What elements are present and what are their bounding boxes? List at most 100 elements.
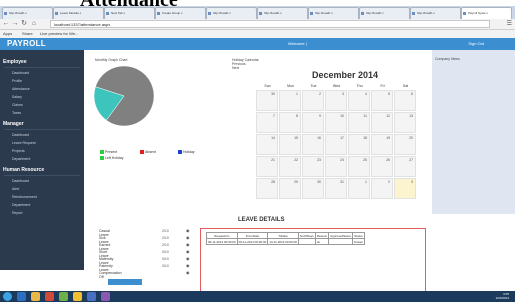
sidebar-section-employee: Employee: [3, 59, 27, 65]
sidebar-item-alert[interactable]: Alert: [12, 187, 19, 191]
reload-icon[interactable]: ↻: [20, 20, 28, 28]
sidebar-item-taxes[interactable]: Taxes: [12, 111, 21, 115]
url-field[interactable]: localhost:1337/attendance.aspx: [50, 20, 490, 28]
calendar-month: December 2014: [312, 70, 379, 80]
menu-icon[interactable]: ☰: [507, 20, 512, 28]
bookmark-share[interactable]: Share: [22, 30, 33, 38]
calendar-day[interactable]: 21: [256, 156, 278, 177]
view-icon[interactable]: ◉: [186, 256, 190, 261]
calendar-day[interactable]: 29: [279, 178, 301, 199]
sidebar-item-attendance[interactable]: Attendance: [12, 87, 30, 91]
sidebar-item-salary[interactable]: Salary: [12, 95, 22, 99]
bookmark-live-preview[interactable]: Live preview for We...: [40, 30, 78, 38]
browser-tab[interactable]: http://localh x: [410, 7, 461, 19]
vs-icon[interactable]: [101, 292, 110, 301]
calendar-day[interactable]: 2: [302, 90, 324, 111]
signout-link[interactable]: Sign Out: [468, 38, 484, 50]
browser-tab[interactable]: Payroll Syste x: [461, 7, 512, 19]
brand-logo[interactable]: PAYROLL: [7, 38, 46, 50]
tab-label: Leave Module x: [60, 11, 82, 15]
calendar-day[interactable]: 30: [256, 90, 278, 111]
sidebar-divider: [4, 175, 80, 176]
calendar-day[interactable]: 6: [394, 90, 416, 111]
calendar-day[interactable]: 1: [348, 178, 370, 199]
sidebar-item-profile[interactable]: Profile: [12, 79, 22, 83]
calendar-day[interactable]: 2: [371, 178, 393, 199]
pie-chart: [93, 65, 155, 127]
sidebar-item-dashboard[interactable]: Dashboard: [12, 71, 29, 75]
sidebar-item-hr-department[interactable]: Department: [12, 203, 30, 207]
clock-date: 12/3/2014: [495, 296, 509, 300]
calendar-day[interactable]: 9: [302, 112, 324, 133]
view-icon[interactable]: ◉: [186, 242, 190, 247]
browser-tab[interactable]: http://localh x: [359, 7, 410, 19]
view-icon[interactable]: ◉: [186, 235, 190, 240]
browser-tab[interactable]: http://localh x: [2, 7, 53, 19]
chrome-icon[interactable]: [73, 292, 82, 301]
sidebar-item-leave-request[interactable]: Leave Request: [12, 141, 36, 145]
calendar-day[interactable]: 1: [279, 90, 301, 111]
calendar-day[interactable]: 19: [371, 134, 393, 155]
browser-tab[interactable]: Leave Module x: [53, 7, 104, 19]
calendar-day[interactable]: 16: [302, 134, 324, 155]
calendar-day[interactable]: 28: [256, 178, 278, 199]
sidebar-item-claims[interactable]: Claims: [12, 103, 23, 107]
calendar-day[interactable]: 24: [325, 156, 347, 177]
start-button-icon[interactable]: [3, 292, 12, 301]
tab-favicon-icon: [208, 12, 211, 15]
sidebar-item-hr-dashboard[interactable]: Dashboard: [12, 179, 29, 183]
bookmark-apps[interactable]: Apps: [3, 30, 12, 38]
calendar-day[interactable]: 14: [256, 134, 278, 155]
taskbar: 3:05 12/3/2014: [0, 291, 515, 302]
view-icon[interactable]: ◉: [186, 249, 190, 254]
calendar-next-link[interactable]: Next: [232, 66, 259, 70]
calendar-day[interactable]: 27: [394, 156, 416, 177]
word-icon[interactable]: [87, 292, 96, 301]
tab-favicon-icon: [157, 12, 160, 15]
home-icon[interactable]: ⌂: [30, 20, 38, 28]
legend-swatch-present: [100, 150, 104, 154]
view-icon[interactable]: ◉: [186, 228, 190, 233]
calendar-day[interactable]: 25: [348, 156, 370, 177]
calendar-day[interactable]: 3: [394, 178, 416, 199]
calendar-day[interactable]: 12: [371, 112, 393, 133]
ie-icon[interactable]: [17, 292, 26, 301]
calendar-day[interactable]: 13: [394, 112, 416, 133]
view-icon[interactable]: ◉: [186, 263, 190, 268]
tab-favicon-icon: [106, 12, 109, 15]
calendar-day[interactable]: 8: [279, 112, 301, 133]
sidebar-item-projects[interactable]: Projects: [12, 149, 25, 153]
calendar-day[interactable]: 3: [325, 90, 347, 111]
pie-legend: Present Absent Holiday Left Holiday: [100, 150, 220, 162]
calendar-day[interactable]: 10: [325, 112, 347, 133]
calendar-day[interactable]: 4: [348, 90, 370, 111]
forward-icon[interactable]: →: [11, 20, 19, 28]
folder-icon[interactable]: [31, 292, 40, 301]
sidebar-item-manager-dashboard[interactable]: Dashboard: [12, 133, 29, 137]
calendar-day[interactable]: 5: [371, 90, 393, 111]
calendar-day[interactable]: 30: [302, 178, 324, 199]
calendar-day[interactable]: 26: [371, 156, 393, 177]
app-icon[interactable]: [59, 292, 68, 301]
browser-tab[interactable]: Create Group x: [155, 7, 206, 19]
back-icon[interactable]: ←: [2, 20, 10, 28]
media-icon[interactable]: [45, 292, 54, 301]
calendar-day[interactable]: 31: [325, 178, 347, 199]
calendar-day[interactable]: 15: [279, 134, 301, 155]
sidebar-item-reimbursement[interactable]: Reimbursement: [12, 195, 37, 199]
leave-action-button[interactable]: [108, 279, 142, 285]
calendar-day[interactable]: 7: [256, 112, 278, 133]
calendar-day[interactable]: 22: [279, 156, 301, 177]
browser-tab[interactable]: New Tab x: [104, 7, 155, 19]
sidebar-item-department[interactable]: Department: [12, 157, 30, 161]
calendar-day[interactable]: 20: [394, 134, 416, 155]
calendar-day[interactable]: 18: [348, 134, 370, 155]
browser-tab[interactable]: http://localh x: [206, 7, 257, 19]
calendar-day[interactable]: 17: [325, 134, 347, 155]
browser-tab[interactable]: http://localh x: [308, 7, 359, 19]
calendar-day[interactable]: 11: [348, 112, 370, 133]
calendar-day[interactable]: 23: [302, 156, 324, 177]
sidebar-item-report[interactable]: Report: [12, 211, 23, 215]
view-icon[interactable]: ◉: [186, 270, 190, 275]
browser-tab[interactable]: http://localh x: [257, 7, 308, 19]
